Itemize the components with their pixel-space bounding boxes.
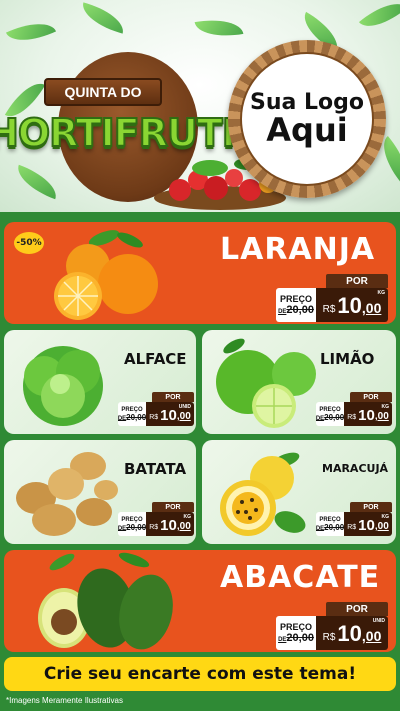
price-integer: 10	[337, 621, 362, 646]
passion-fruit-image	[220, 452, 306, 536]
price-integer: 10	[160, 517, 177, 534]
preco-label: PREÇO	[279, 294, 312, 304]
product-card-limao: LIMÃO POR PREÇO DE20,00 KG R$ 10 ,00	[202, 330, 396, 434]
price-box: PREÇO DE20,00 UNID R$ 10 ,00	[276, 616, 388, 650]
price-unit: UNID	[178, 404, 191, 410]
price-unit: KG	[377, 290, 386, 296]
price-box: PREÇO DE20,00 KG R$ 10 ,00	[276, 288, 388, 322]
old-price-value: DE20,00	[118, 522, 147, 532]
price-box: PREÇO DE20,00 UNID R$ 10 ,00	[118, 402, 194, 426]
price-integer: 10	[160, 407, 177, 424]
old-price-value: DE20,00	[278, 632, 314, 644]
product-name: LIMÃO	[320, 350, 375, 368]
lettuce-image	[23, 346, 103, 426]
currency: R$	[322, 632, 336, 643]
price-por-label: POR	[350, 502, 392, 512]
brand-top-banner: QUINTA DO	[44, 78, 162, 106]
old-price: PREÇO DE20,00	[276, 616, 316, 650]
price-tag: POR PREÇO DE20,00 UNID R$ 10 ,00	[276, 602, 388, 650]
product-card-alface: ALFACE POR PREÇO DE20,00 UNID R$ 10 ,00	[4, 330, 196, 434]
new-price: UNID R$ 10 ,00	[146, 402, 194, 426]
discount-badge: -50%	[14, 232, 44, 254]
price-tag: POR PREÇO DE20,00 UNID R$ 10 ,00	[118, 392, 194, 426]
price-unit: KG	[183, 514, 192, 520]
price-tag: POR PREÇO DE20,00 KG R$ 10 ,00	[276, 274, 388, 322]
price-tag: POR PREÇO DE20,00 KG R$ 10 ,00	[118, 502, 194, 536]
product-name: MARACUJÁ	[322, 462, 389, 475]
new-price: KG R$ 10 ,00	[146, 512, 194, 536]
orange-image	[54, 230, 158, 320]
product-name: ABACATE	[220, 560, 381, 595]
old-price-value: DE20,00	[118, 412, 147, 422]
price-cents: ,00	[374, 411, 389, 422]
price-por-label: POR	[326, 274, 388, 288]
logo-inner-circle: Sua Logo Aqui	[240, 52, 374, 186]
leaf-decoration	[78, 2, 128, 34]
product-name: BATATA	[124, 460, 187, 478]
price-cents: ,00	[374, 521, 389, 532]
old-price: PREÇO DE20,00	[118, 402, 146, 426]
disclaimer-text: *Imagens Meramente Ilustrativas	[6, 696, 123, 705]
product-card-batata: BATATA POR PREÇO DE20,00 KG R$ 10 ,00	[4, 440, 196, 544]
price-unit: KG	[381, 514, 390, 520]
old-price-value: DE20,00	[278, 304, 314, 316]
product-name: ALFACE	[124, 350, 187, 368]
leaf-decoration	[11, 164, 63, 200]
lime-image	[216, 338, 316, 428]
old-price-value: DE20,00	[316, 412, 345, 422]
currency: R$	[322, 304, 336, 315]
old-price: PREÇO DE20,00	[316, 402, 344, 426]
price-box: PREÇO DE20,00 KG R$ 10 ,00	[316, 402, 392, 426]
preco-label: PREÇO	[279, 622, 312, 632]
price-por-label: POR	[326, 602, 388, 616]
new-price: UNID R$ 10 ,00	[316, 616, 388, 650]
price-unit: KG	[381, 404, 390, 410]
price-tag: POR PREÇO DE20,00 KG R$ 10 ,00	[316, 502, 392, 536]
product-card-laranja: -50% LARANJA POR PREÇO DE20,00 KG R$ 10 …	[4, 222, 396, 324]
leaf-decoration	[5, 13, 57, 51]
price-por-label: POR	[152, 392, 194, 402]
price-unit: UNID	[372, 618, 385, 624]
price-box: PREÇO DE20,00 KG R$ 10 ,00	[118, 512, 194, 536]
old-price: PREÇO DE20,00	[316, 512, 344, 536]
price-cents: ,00	[176, 521, 191, 532]
price-tag: POR PREÇO DE20,00 KG R$ 10 ,00	[316, 392, 392, 426]
product-card-maracuja: MARACUJÁ POR PREÇO DE20,00 KG R$ 10 ,00	[202, 440, 396, 544]
header-banner: QUINTA DO HORTIFRUTI Sua Logo Aqui	[0, 0, 400, 212]
product-name: LARANJA	[220, 232, 376, 267]
leaf-decoration	[358, 0, 400, 38]
price-box: PREÇO DE20,00 KG R$ 10 ,00	[316, 512, 392, 536]
potato-image	[16, 452, 118, 536]
currency: R$	[347, 414, 357, 421]
price-integer: 10	[358, 517, 375, 534]
leaf-decoration	[194, 14, 244, 42]
price-integer: 10	[337, 293, 362, 318]
price-integer: 10	[358, 407, 375, 424]
product-card-abacate: ABACATE POR PREÇO DE20,00 UNID R$ 10 ,00	[4, 550, 396, 652]
old-price: PREÇO DE20,00	[118, 512, 146, 536]
price-cents: ,00	[176, 411, 191, 422]
price-cents: ,00	[361, 628, 382, 644]
cta-banner[interactable]: Crie seu encarte com este tema!	[4, 657, 396, 691]
new-price: KG R$ 10 ,00	[316, 288, 388, 322]
new-price: KG R$ 10 ,00	[344, 512, 392, 536]
currency: R$	[347, 524, 357, 531]
currency: R$	[149, 524, 159, 531]
logo-placeholder: Sua Logo Aqui	[228, 40, 386, 198]
price-por-label: POR	[152, 502, 194, 512]
new-price: KG R$ 10 ,00	[344, 402, 392, 426]
currency: R$	[149, 414, 159, 421]
logo-text-line2: Aqui	[266, 110, 348, 149]
brand-title: HORTIFRUTI	[0, 110, 237, 156]
old-price-value: DE20,00	[316, 522, 345, 532]
price-por-label: POR	[350, 392, 392, 402]
old-price: PREÇO DE20,00	[276, 288, 316, 322]
avocado-image	[38, 552, 173, 650]
price-cents: ,00	[361, 300, 382, 316]
